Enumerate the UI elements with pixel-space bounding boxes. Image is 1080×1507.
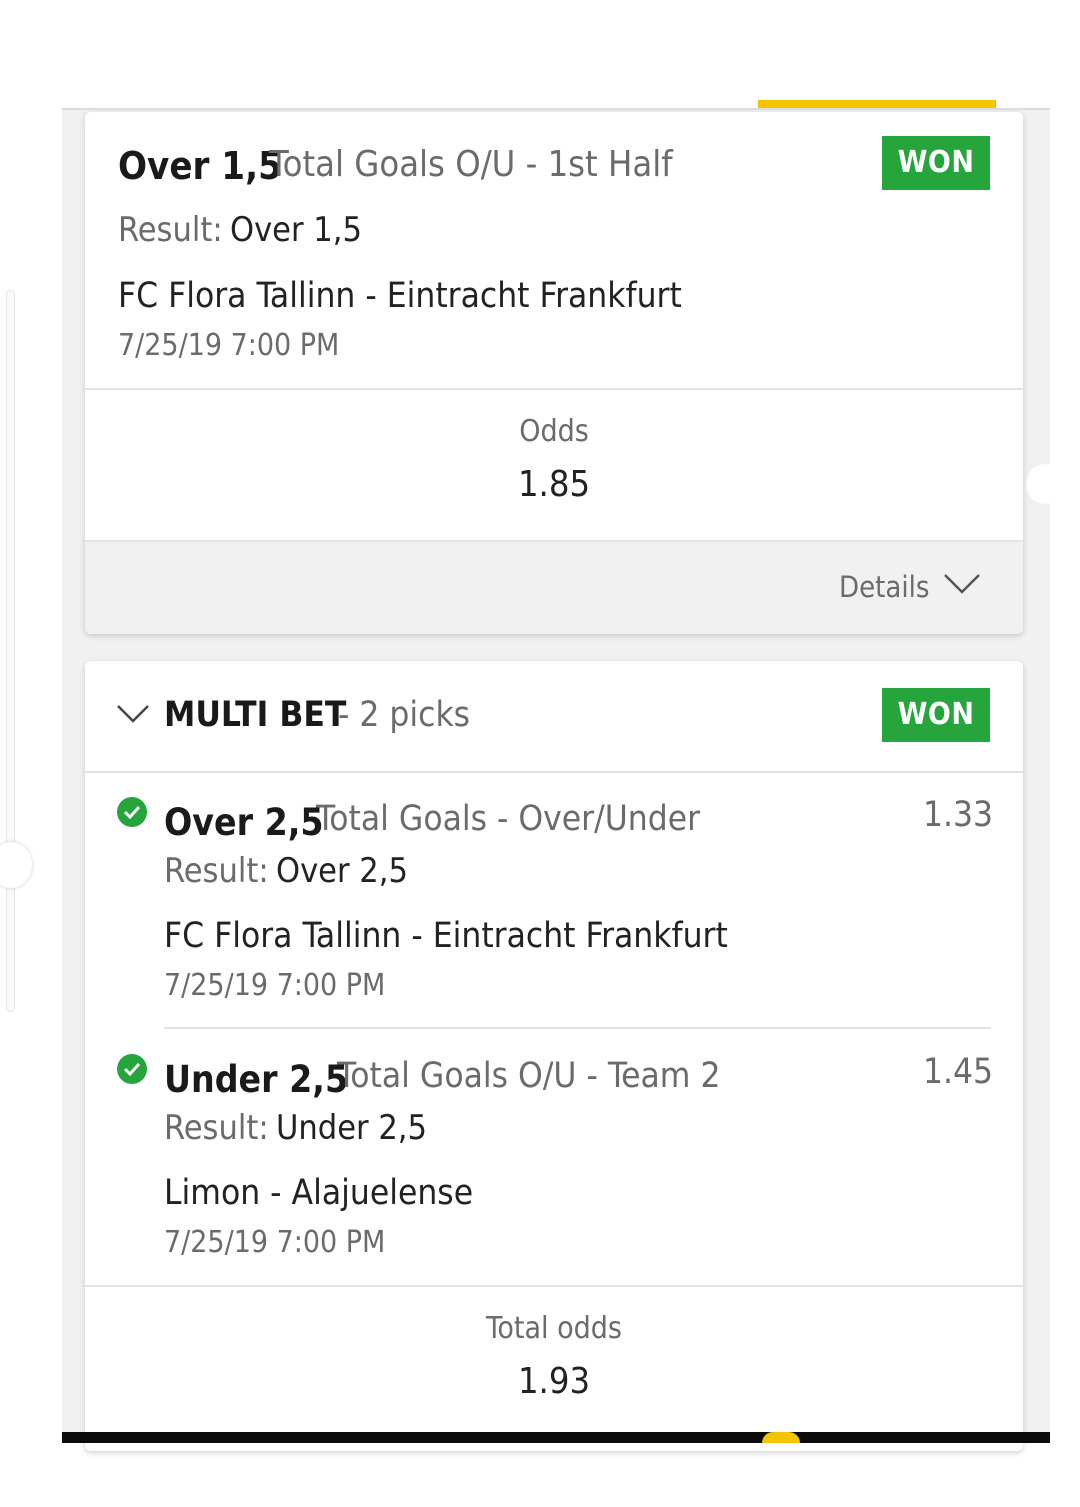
side-scroll-track[interactable] [6,290,15,1012]
chevron-down-icon[interactable] [116,703,150,729]
picks-count: - 2 picks [338,695,471,735]
result-label: Result: [118,210,223,250]
pick-datetime: 7/25/19 7:00 PM [164,968,386,1003]
pick-match: FC Flora Tallinn - Eintracht Frankfurt [164,916,728,956]
bottom-navigation-bar [62,1432,1050,1443]
status-badge: WON [882,136,990,190]
pick-selection: Under 2,5 [164,1058,349,1101]
multi-bet-card: MULTI BET - 2 picks WON Over 2,5 Total G… [85,661,1023,1451]
multi-bet-title: MULTI BET [164,695,347,735]
active-tab-indicator [758,100,996,108]
odds-label: Odds [519,414,589,449]
pick-selection: Over 2,5 [164,801,324,844]
pick-odds: 1.45 [923,1052,994,1092]
bottom-indicator [762,1432,800,1443]
pick-odds: 1.33 [923,795,994,835]
pick-market: Total Goals - Over/Under [316,799,701,839]
details-label: Details [839,570,930,604]
pick-match: Limon - Alajuelense [164,1173,474,1213]
details-toggle[interactable]: Details [85,540,1023,634]
total-odds-value: 1.93 [517,1361,591,1402]
divider [164,1027,991,1029]
divider [85,771,1023,773]
pick-market: Total Goals O/U - Team 2 [337,1056,721,1096]
divider [85,388,1023,390]
pick-result-value: Under 2,5 [276,1108,427,1148]
right-edge-handle[interactable] [1026,464,1066,504]
single-bet-card: Over 1,5 Total Goals O/U - 1st Half WON … [85,112,1023,634]
match-name: FC Flora Tallinn - Eintracht Frankfurt [118,276,682,316]
result-value: Over 1,5 [230,210,362,250]
side-scroll-handle[interactable] [0,842,32,888]
chevron-down-icon [943,572,981,600]
pick-result-value: Over 2,5 [276,851,408,891]
check-icon [117,797,147,827]
match-datetime: 7/25/19 7:00 PM [118,328,340,363]
check-icon [117,1054,147,1084]
odds-value: 1.85 [517,464,591,505]
pick-result-label: Result: [164,851,269,891]
pick-result-label: Result: [164,1108,269,1148]
market-name: Total Goals O/U - 1st Half [269,144,673,185]
selection-title: Over 1,5 [118,144,282,188]
divider [85,1285,1023,1287]
status-badge: WON [882,688,990,742]
pick-datetime: 7/25/19 7:00 PM [164,1225,386,1260]
total-odds-label: Total odds [486,1311,622,1346]
